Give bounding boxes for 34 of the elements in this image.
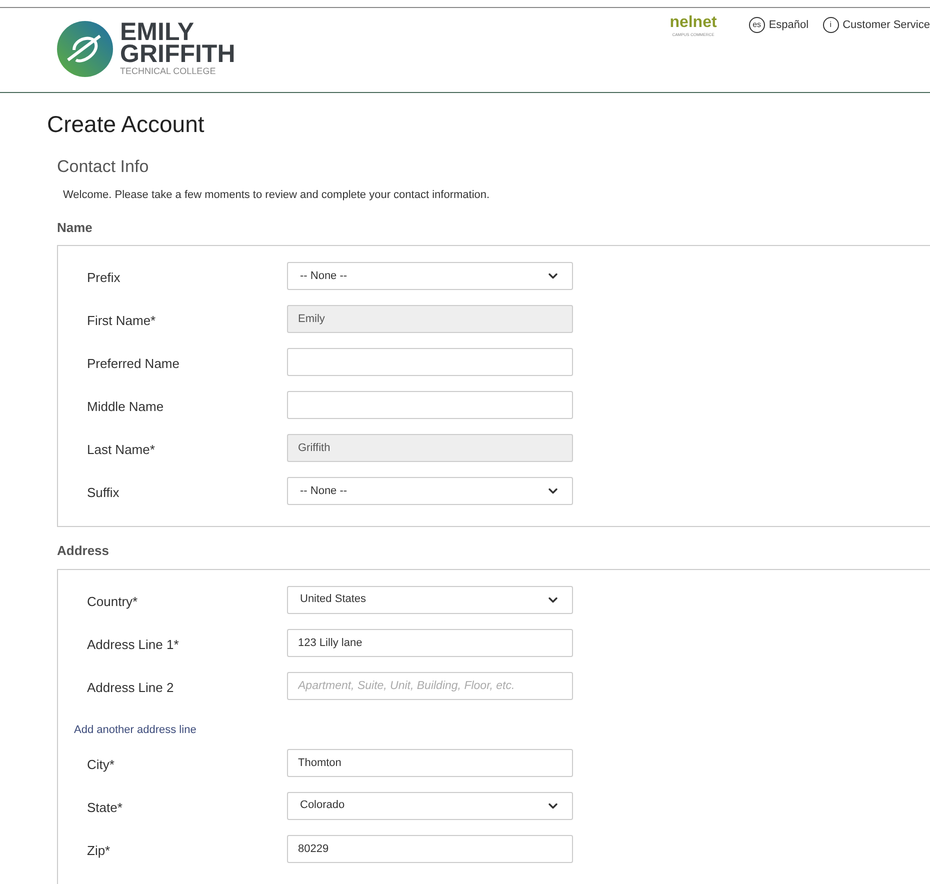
header-link[interactable]: es Español xyxy=(748,14,809,34)
text-field[interactable] xyxy=(287,391,573,419)
header-link[interactable]: i Customer Service xyxy=(822,14,930,34)
text-field[interactable]: 80229 xyxy=(287,834,573,862)
logo-wordmark: GRIFFITH xyxy=(120,43,236,65)
add-address-line-link[interactable]: Add another address line xyxy=(74,724,196,736)
text-field[interactable]: Thomton xyxy=(287,748,573,776)
group-heading: Name xyxy=(57,218,94,236)
select-dropdown[interactable]: United States xyxy=(287,586,573,614)
field-label: State* xyxy=(87,798,124,816)
text-field[interactable] xyxy=(287,348,573,376)
field-label: City* xyxy=(87,756,116,774)
logo-icon xyxy=(56,20,114,78)
section-title: Contact Info xyxy=(57,156,150,178)
field-label: Address Line 1* xyxy=(87,636,180,654)
intro-text: Welcome. Please take a few moments to review and complete your contact information. xyxy=(63,188,491,203)
select-dropdown[interactable]: -- None -- xyxy=(287,262,573,290)
select-dropdown[interactable]: Colorado xyxy=(287,792,573,820)
page-title: Create Account xyxy=(47,110,206,139)
logo-wordmark: EMILY xyxy=(120,21,194,43)
field-label: Country* xyxy=(87,592,139,611)
text-field[interactable]: 123 Lilly lane xyxy=(287,628,573,656)
field-label: Prefix xyxy=(87,269,122,287)
group-heading: Address xyxy=(57,542,110,560)
partner-logo: nelnet xyxy=(670,14,717,32)
field-label: Preferred Name xyxy=(87,355,180,373)
field-label: First Name* xyxy=(87,312,157,330)
field-label: Suffix xyxy=(87,484,120,502)
select-dropdown[interactable]: -- None -- xyxy=(287,477,573,505)
logo-tagline: TECHNICAL COLLEGE xyxy=(120,65,217,77)
field-label: Middle Name xyxy=(87,398,165,416)
field-label: Address Line 2 xyxy=(87,678,175,696)
field-label: Last Name* xyxy=(87,441,156,459)
field-label: Zip* xyxy=(87,842,112,860)
